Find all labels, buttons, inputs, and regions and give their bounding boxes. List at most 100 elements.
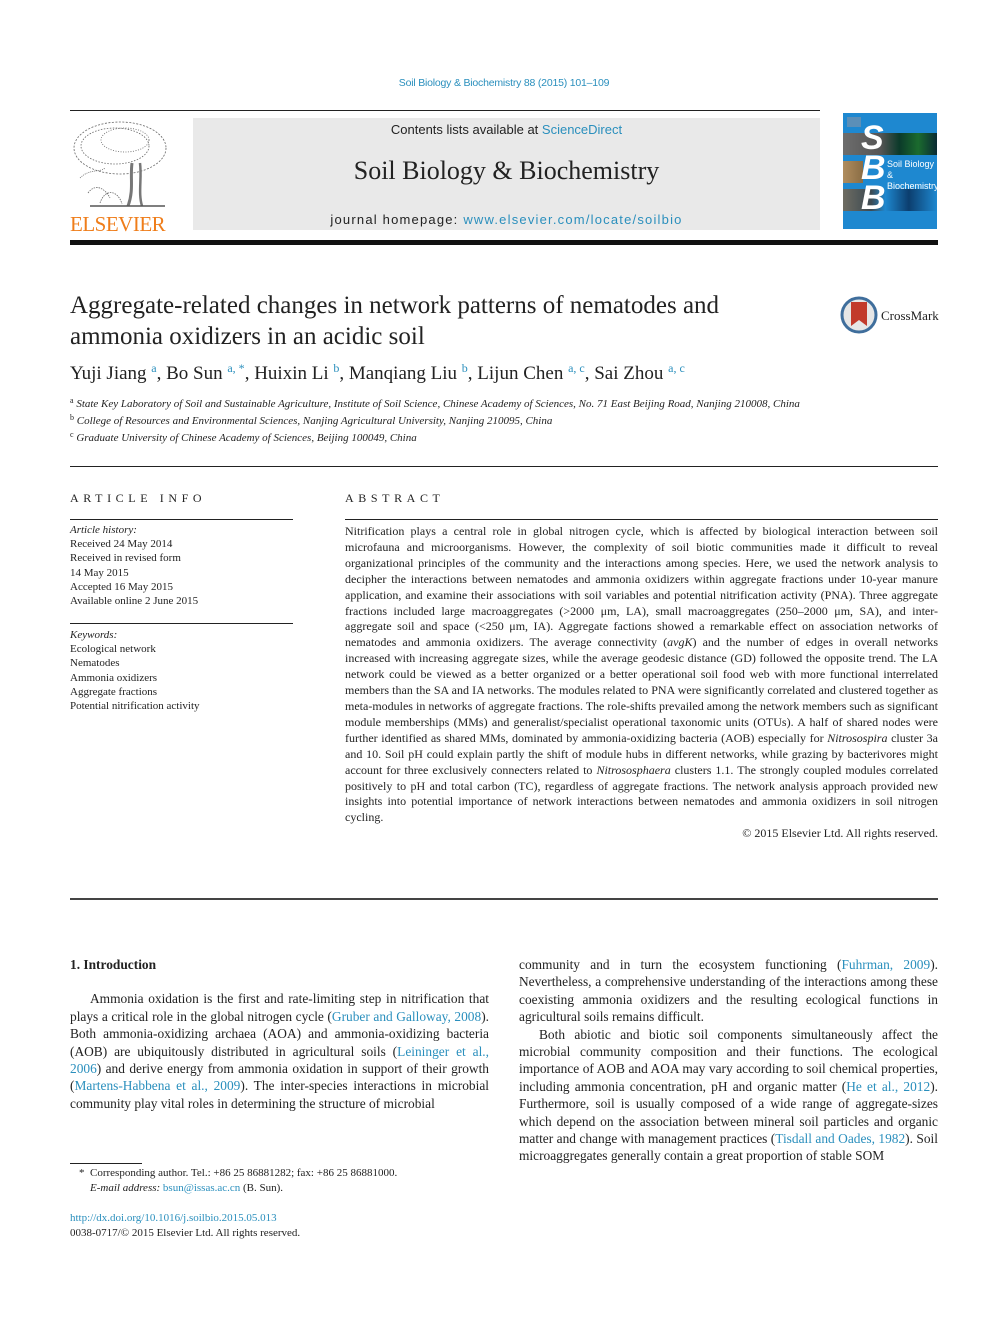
journal-homepage: journal homepage: www.elsevier.com/locat… [193,212,820,227]
issn-copyright: 0038-0717/© 2015 Elsevier Ltd. All right… [70,1227,301,1239]
sciencedirect-link[interactable]: ScienceDirect [542,122,622,137]
abstract-text: Nitrification plays a central role in gl… [345,524,938,842]
article-history: Article history: Received 24 May 2014 Re… [70,523,295,608]
corresponding-line: * Corresponding author. Tel.: +86 25 868… [70,1166,510,1181]
journal-masthead: Contents lists available at ScienceDirec… [193,118,820,230]
body-paragraph: Both abiotic and biotic soil components … [519,1026,938,1165]
abstract-term: avgK [667,635,693,650]
abstract-copyright: © 2015 Elsevier Ltd. All rights reserved… [742,826,938,841]
citation-link[interactable]: Martens-Habbena et al., 2009 [74,1078,240,1093]
author[interactable]: Yuji Jiang a [70,361,157,384]
affiliation-key: c [70,430,74,439]
keyword: Aggregate fractions [70,685,158,698]
citation-link[interactable]: Tisdall and Oades, 1982 [775,1131,905,1146]
author-affiliation-marker[interactable]: a, c [668,361,685,375]
author-name[interactable]: Manqiang Liu [349,363,457,384]
affiliation-text: College of Resources and Environmental S… [76,415,553,427]
author-name[interactable]: Lijun Chen [477,363,563,384]
affiliation-a: a State Key Laboratory of Soil and Susta… [70,394,830,411]
article-history-label: Article history: [70,524,137,536]
cover-image-strip-3 [843,189,937,211]
affiliation-text: State Key Laboratory of Soil and Sustain… [76,398,800,410]
header-rule [70,110,820,111]
doi-link[interactable]: http://dx.doi.org/10.1016/j.soilbio.2015… [70,1212,277,1224]
body-paragraph: community and in turn the ecosystem func… [519,956,938,1026]
author[interactable]: Manqiang Liu b [349,361,468,384]
author[interactable]: Huixin Li b [254,361,339,384]
history-item: Available online 2 June 2015 [70,595,199,608]
contents-prefix: Contents lists available at [390,122,542,137]
abstract-paragraph: Nitrification plays a central role in gl… [345,524,938,826]
affiliation-c: c Graduate University of Chinese Academy… [70,428,830,445]
author-name[interactable]: Bo Sun [166,363,223,384]
corresponding-text: Corresponding author. Tel.: +86 25 86881… [90,1167,398,1179]
affiliation-rule [70,466,938,467]
author-name[interactable]: Sai Zhou [594,363,663,384]
author-list: Yuji Jiang a, Bo Sun a, *, Huixin Li b, … [70,361,685,384]
author-affiliation-marker[interactable]: b [333,361,339,375]
citation-link[interactable]: Gruber and Galloway, 2008 [332,1009,481,1024]
article-info-heading: ARTICLE INFO [70,491,207,505]
author[interactable]: Lijun Chen a, c [477,361,585,384]
journal-cover[interactable]: S B B Soil Biology & Biochemistry [843,113,937,229]
footnote-rule [70,1163,142,1164]
cover-image-strip-1 [843,133,937,155]
body-paragraph: Ammonia oxidation is the first and rate-… [70,990,489,1112]
keywords-rule [70,623,293,624]
cover-title: Soil Biology & Biochemistry [887,159,937,192]
keywords-label: Keywords: [70,629,118,641]
header-thick-rule [70,240,938,245]
email-suffix: (B. Sun). [240,1182,284,1194]
journal-citation[interactable]: Soil Biology & Biochemistry 88 (2015) 10… [0,77,992,89]
footnote-star: * [79,1167,85,1179]
author-name[interactable]: Yuji Jiang [70,363,147,384]
homepage-prefix: journal homepage: [330,212,464,227]
abstract-taxon: Nitrosospira [827,730,888,745]
elsevier-wordmark: ELSEVIER [70,212,166,236]
cover-letter-b2: B [861,179,886,217]
author-affiliation-marker[interactable]: b [462,361,468,375]
email-line: E-mail address: bsun@issas.ac.cn (B. Sun… [70,1181,510,1196]
cover-title-line2: Biochemistry [887,181,937,191]
history-item: Accepted 16 May 2015 [70,580,173,593]
author-affiliation-marker[interactable]: a [151,361,156,375]
affiliation-text: Graduate University of Chinese Academy o… [76,432,417,444]
keyword: Ecological network [70,643,156,656]
citation-link[interactable]: Fuhrman, 2009 [841,957,930,972]
crossmark-label: CrossMark [881,308,939,323]
author-affiliation-marker[interactable]: a, c [568,361,585,375]
cover-image-strip-2 [843,161,863,183]
body-right-column: community and in turn the ecosystem func… [519,956,938,1165]
history-item: Received 24 May 2014 [70,538,173,551]
author-affiliation-marker[interactable]: a, * [227,361,244,375]
keywords: Keywords: Ecological network Nematodes A… [70,628,295,713]
email-link[interactable]: bsun@issas.ac.cn [163,1182,240,1194]
history-item: Received in revised form [70,552,181,565]
front-matter-end-rule [70,898,938,900]
affiliation-b: b College of Resources and Environmental… [70,411,830,428]
doi-block: http://dx.doi.org/10.1016/j.soilbio.2015… [70,1211,510,1241]
author[interactable]: Bo Sun a, * [166,361,245,384]
abstract-segment: Nitrification plays a central role in gl… [345,524,938,650]
homepage-link[interactable]: www.elsevier.com/locate/soilbio [463,212,682,227]
cover-title-line1: Soil Biology & [887,159,935,180]
journal-name: Soil Biology & Biochemistry [353,156,660,185]
abstract-rule [345,519,938,520]
affiliations: a State Key Laboratory of Soil and Susta… [70,394,830,445]
history-item: 14 May 2015 [70,566,129,579]
corresponding-author-footnote: * Corresponding author. Tel.: +86 25 868… [70,1166,510,1196]
elsevier-logo: ELSEVIER [70,118,174,236]
elsevier-tree-icon [73,121,167,207]
cover-publisher-mark [847,117,861,127]
contents-line: Contents lists available at ScienceDirec… [193,122,820,137]
affiliation-key: b [70,413,74,422]
author-name[interactable]: Huixin Li [254,363,328,384]
crossmark-button[interactable]: CrossMark [840,296,940,334]
keyword: Potential nitrification activity [70,700,200,713]
author[interactable]: Sai Zhou a, c [594,361,685,384]
citation-link[interactable]: He et al., 2012 [846,1079,930,1094]
keyword: Ammonia oxidizers [70,671,158,684]
abstract-heading: ABSTRACT [345,491,445,505]
abstract-taxon: Nitrososphaera [596,762,671,777]
citation-link[interactable]: Soil Biology & Biochemistry 88 (2015) 10… [399,77,610,89]
